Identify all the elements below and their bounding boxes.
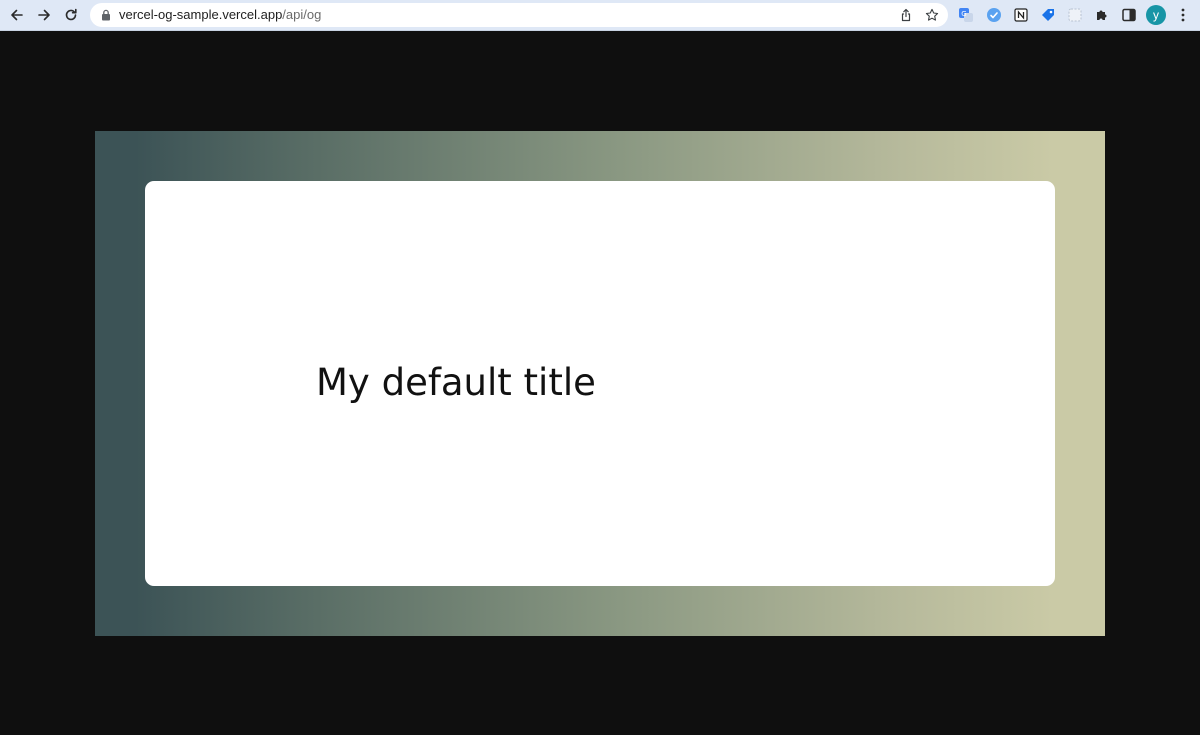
notion-extension-icon[interactable]	[1013, 7, 1029, 23]
page-title: My default title	[316, 361, 596, 404]
url-host: vercel-og-sample.vercel.app	[119, 7, 283, 22]
browser-toolbar: vercel-og-sample.vercel.app/api/og G y	[0, 0, 1200, 31]
page-viewport: My default title	[0, 31, 1200, 735]
side-panel-icon[interactable]	[1121, 7, 1137, 23]
og-card: My default title	[145, 181, 1055, 586]
svg-text:G: G	[961, 10, 966, 18]
lock-icon[interactable]	[100, 9, 112, 21]
screenshot-extension-icon[interactable]	[1067, 7, 1083, 23]
og-image: My default title	[95, 131, 1105, 636]
translate-extension-icon[interactable]: G	[958, 7, 974, 23]
share-icon[interactable]	[898, 7, 914, 23]
avatar[interactable]: y	[1146, 5, 1166, 25]
vpn-extension-icon[interactable]	[986, 7, 1002, 23]
forward-arrow-icon[interactable]	[33, 4, 55, 26]
address-bar[interactable]: vercel-og-sample.vercel.app/api/og	[90, 3, 948, 27]
url-path: /api/og	[282, 7, 322, 22]
tag-extension-icon[interactable]	[1040, 7, 1056, 23]
reload-icon[interactable]	[60, 4, 82, 26]
kebab-menu-icon[interactable]	[1176, 7, 1190, 23]
star-icon[interactable]	[924, 7, 940, 23]
puzzle-icon[interactable]	[1094, 7, 1110, 23]
url-text[interactable]: vercel-og-sample.vercel.app/api/og	[119, 8, 321, 22]
back-arrow-icon[interactable]	[6, 4, 28, 26]
